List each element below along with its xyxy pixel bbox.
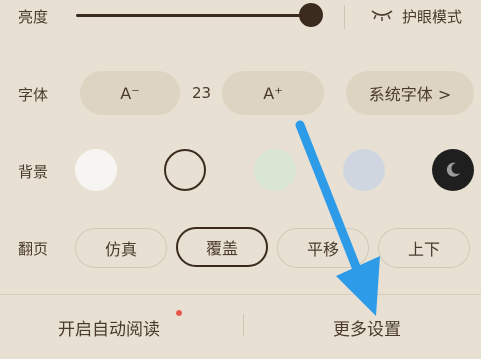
divider <box>0 294 481 295</box>
font-size-value: 23 <box>192 84 212 102</box>
font-family-button[interactable]: 系统字体 > <box>346 71 474 115</box>
eye-closed-icon[interactable] <box>371 8 393 22</box>
font-label: 字体 <box>18 86 49 104</box>
background-swatch-dark[interactable] <box>432 149 474 191</box>
background-label: 背景 <box>18 163 49 181</box>
brightness-slider-handle[interactable] <box>299 3 323 27</box>
annotation-arrow <box>295 120 380 316</box>
brightness-label: 亮度 <box>18 8 49 26</box>
brightness-slider[interactable] <box>76 14 312 17</box>
more-settings-button[interactable]: 更多设置 <box>333 315 401 340</box>
divider <box>243 314 244 336</box>
notification-dot <box>176 310 182 316</box>
background-swatch-beige-selected[interactable] <box>164 149 206 191</box>
page-turn-vertical[interactable]: 上下 <box>378 228 470 268</box>
eye-mode-label[interactable]: 护眼模式 <box>402 6 462 27</box>
background-swatch-white[interactable] <box>75 149 117 191</box>
divider <box>344 5 345 29</box>
page-turn-cover[interactable]: 覆盖 <box>176 227 268 267</box>
auto-read-button[interactable]: 开启自动阅读 <box>58 315 160 340</box>
page-turn-label: 翻页 <box>18 240 49 258</box>
font-decrease-button[interactable]: A⁻ <box>80 71 180 115</box>
page-turn-slide[interactable]: 平移 <box>277 228 369 268</box>
moon-icon <box>446 162 460 177</box>
page-turn-simulation[interactable]: 仿真 <box>75 228 167 268</box>
font-increase-button[interactable]: A⁺ <box>222 71 324 115</box>
background-swatch-blue[interactable] <box>343 149 385 191</box>
background-swatch-green[interactable] <box>254 149 296 191</box>
